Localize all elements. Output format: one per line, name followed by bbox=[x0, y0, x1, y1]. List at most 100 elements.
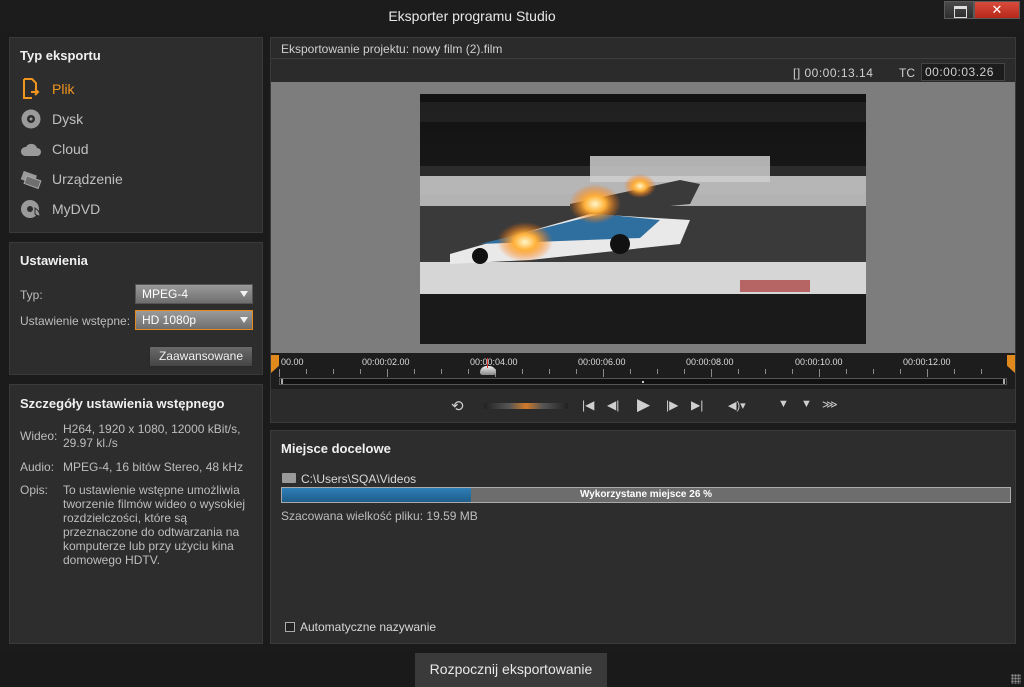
chevron-down-icon bbox=[240, 317, 248, 323]
export-type-urzadzenie[interactable]: Urządzenie bbox=[20, 167, 123, 191]
timeline-tick bbox=[711, 369, 712, 377]
timeline-tick bbox=[414, 369, 415, 374]
out-marker-icon[interactable] bbox=[1007, 355, 1015, 373]
play-icon[interactable]: ▶ bbox=[637, 395, 650, 415]
timeline-tick bbox=[360, 369, 361, 374]
type-select-value: MPEG-4 bbox=[142, 287, 189, 301]
shuttle-slider[interactable] bbox=[484, 403, 568, 409]
timeline-label: 00:00:02.00 bbox=[362, 357, 410, 367]
clear-marks-icon[interactable]: ⋙ bbox=[822, 398, 838, 411]
timeline-tick bbox=[873, 369, 874, 374]
timeline-tick bbox=[630, 369, 631, 374]
start-export-button[interactable]: Rozpocznij eksportowanie bbox=[415, 653, 607, 687]
maximize-button[interactable] bbox=[944, 1, 974, 19]
playhead[interactable] bbox=[479, 358, 496, 378]
step-forward-icon[interactable]: |▶ bbox=[666, 398, 678, 412]
disc-icon bbox=[20, 108, 42, 130]
loop-icon[interactable]: ⟲ bbox=[451, 397, 464, 415]
export-type-label: Cloud bbox=[52, 141, 89, 157]
export-type-panel: Typ eksportu Plik Dysk Cloud Urządzenie … bbox=[9, 37, 263, 233]
go-to-end-icon[interactable]: ▶| bbox=[691, 398, 703, 412]
duration-readout: [] 00:00:13.14 bbox=[793, 66, 874, 80]
timeline-tick bbox=[738, 369, 739, 374]
description-value: To ustawienie wstępne umożliwia tworzeni… bbox=[63, 483, 246, 567]
scrub-right-handle-icon[interactable] bbox=[1003, 379, 1005, 384]
resize-grip-icon[interactable] bbox=[1011, 674, 1021, 684]
settings-panel: Ustawienia Typ: MPEG-4 Ustawienie wstępn… bbox=[9, 242, 263, 375]
usage-text: Wykorzystane miejsce 26 % bbox=[579, 489, 713, 500]
settings-heading: Ustawienia bbox=[20, 253, 88, 268]
preset-details-panel: Szczegóły ustawienia wstępnego Wideo: H2… bbox=[9, 384, 263, 644]
device-icon bbox=[20, 168, 42, 190]
type-label: Typ: bbox=[20, 288, 43, 302]
video-frame bbox=[420, 94, 866, 344]
timeline-label: 00:00:08.00 bbox=[686, 357, 734, 367]
timecode-field[interactable]: 00:00:03.26 bbox=[921, 63, 1005, 81]
export-type-heading: Typ eksportu bbox=[20, 48, 101, 63]
timeline-tick bbox=[333, 369, 334, 374]
title-bar: Eksporter programu Studio ✕ bbox=[0, 0, 1024, 32]
export-type-dysk[interactable]: Dysk bbox=[20, 107, 83, 131]
timeline-tick bbox=[387, 369, 388, 377]
scrub-left-handle-icon[interactable] bbox=[281, 379, 283, 384]
destination-path[interactable]: C:\Users\SQA\Videos bbox=[301, 472, 416, 486]
type-select[interactable]: MPEG-4 bbox=[135, 284, 253, 304]
timeline-tick bbox=[603, 369, 604, 377]
mark-out-icon[interactable]: ▼ bbox=[801, 398, 812, 410]
timeline-label: 00:00:06.00 bbox=[578, 357, 626, 367]
timeline-tick bbox=[954, 369, 955, 374]
scrub-bar[interactable] bbox=[279, 378, 1007, 385]
timeline-tick bbox=[657, 369, 658, 374]
export-type-label: Dysk bbox=[52, 111, 84, 127]
preset-select-value: HD 1080p bbox=[142, 313, 197, 327]
preset-select[interactable]: HD 1080p bbox=[135, 310, 253, 330]
timeline-tick bbox=[846, 369, 847, 374]
window-title: Eksporter programu Studio bbox=[388, 8, 556, 24]
in-marker-icon[interactable] bbox=[271, 355, 279, 373]
cloud-icon bbox=[20, 138, 42, 160]
timeline-tick bbox=[981, 369, 982, 374]
timeline-ruler[interactable]: 00.00 00:00:02.00 00:00:04.00 00:00:06.0… bbox=[271, 353, 1015, 389]
advanced-button[interactable]: Zaawansowane bbox=[149, 346, 253, 367]
timeline-label: 00:00:10.00 bbox=[795, 357, 843, 367]
step-back-icon[interactable]: ◀| bbox=[607, 398, 619, 412]
export-type-plik[interactable]: Plik bbox=[20, 77, 75, 101]
export-type-mydvd[interactable]: MyDVD bbox=[20, 197, 100, 221]
volume-icon[interactable]: ◀)▾ bbox=[728, 399, 746, 412]
go-to-start-icon[interactable]: |◀ bbox=[582, 398, 594, 412]
mark-in-icon[interactable]: ▼ bbox=[778, 398, 789, 410]
timeline-tick bbox=[549, 369, 550, 374]
folder-icon[interactable] bbox=[282, 473, 296, 483]
timeline-tick bbox=[279, 369, 280, 377]
transport-controls: ⟲ |◀ ◀| ▶ |▶ ▶| ◀)▾ ▼ ▼ ⋙ bbox=[271, 390, 1015, 422]
audio-value: MPEG-4, 16 bitów Stereo, 48 kHz bbox=[63, 460, 244, 474]
destination-panel: Miejsce docelowe C:\Users\SQA\Videos Wyk… bbox=[270, 430, 1016, 644]
timeline-tick bbox=[306, 369, 307, 374]
auto-naming-checkbox[interactable] bbox=[285, 622, 295, 632]
timeline-tick bbox=[900, 369, 901, 374]
timeline-tick bbox=[792, 369, 793, 374]
close-button[interactable]: ✕ bbox=[974, 1, 1020, 19]
close-icon: ✕ bbox=[991, 2, 1003, 17]
audio-label: Audio: bbox=[20, 460, 55, 474]
video-label: Wideo: bbox=[20, 429, 58, 443]
mydvd-icon bbox=[20, 198, 42, 220]
estimated-size: Szacowana wielkość pliku: 19.59 MB bbox=[281, 509, 478, 523]
playhead-line bbox=[486, 358, 488, 368]
file-export-icon bbox=[20, 78, 42, 100]
timeline-tick bbox=[819, 369, 820, 377]
timeline-tick bbox=[765, 369, 766, 374]
auto-naming-label[interactable]: Automatyczne nazywanie bbox=[300, 620, 436, 634]
timeline-tick bbox=[927, 369, 928, 377]
playhead-knob bbox=[479, 366, 496, 375]
timeline-tick bbox=[522, 369, 523, 374]
destination-heading: Miejsce docelowe bbox=[281, 441, 391, 456]
export-type-label: Urządzenie bbox=[52, 171, 123, 187]
export-type-label: MyDVD bbox=[52, 201, 101, 217]
timeline-tick bbox=[576, 369, 577, 374]
chevron-down-icon bbox=[240, 291, 248, 297]
timeline-tick bbox=[441, 369, 442, 374]
export-type-cloud[interactable]: Cloud bbox=[20, 137, 89, 161]
project-label: Eksportowanie projektu: nowy film (2).fi… bbox=[281, 42, 503, 56]
timeline-label: 00:00:12.00 bbox=[903, 357, 951, 367]
